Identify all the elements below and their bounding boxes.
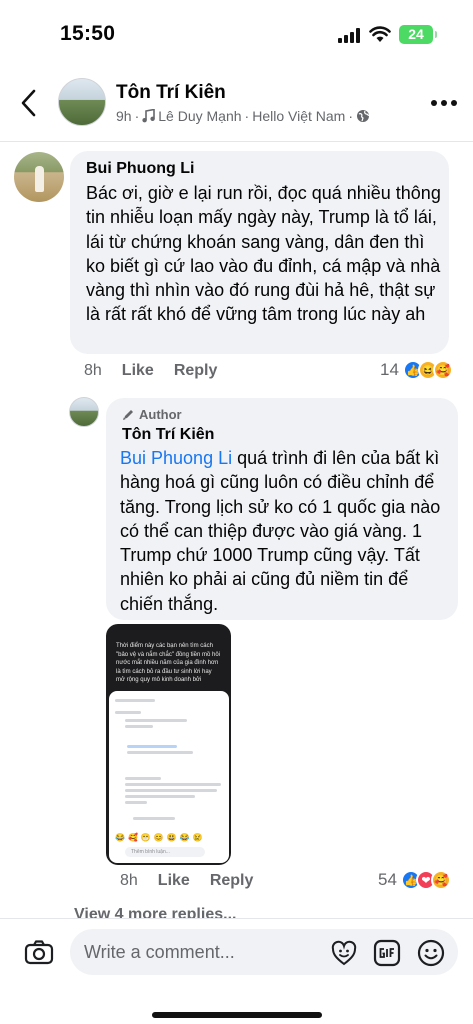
meta-separator: · [244,108,250,124]
globe-icon [357,110,370,122]
status-time: 15:50 [60,22,116,45]
reply-reaction-summary[interactable]: 54 👍 ❤ 🥰 [378,870,451,890]
comment-actions: 8h Like Reply [84,362,217,380]
reply-actions: 8h Like Reply [120,872,253,890]
reply-author-avatar[interactable] [69,397,99,427]
reply-button[interactable]: Reply [210,872,254,890]
reply-text: Bui Phuong Li quá trình đi lên của bất k… [120,446,454,616]
meta-separator: · [348,108,353,124]
avatar-sticker-icon[interactable] [330,939,358,967]
pen-icon [123,410,133,420]
reaction-summary[interactable]: 14 👍 😆 🥰 [380,360,453,380]
author-badge-label: Author [139,407,182,422]
gif-icon[interactable] [373,939,401,967]
attachment-emoji-row: 😂🥰😁😊😃😂😢 [115,833,206,842]
author-avatar[interactable] [58,78,106,126]
comment-time: 8h [84,362,102,379]
care-reaction-icon: 🥰 [430,870,451,890]
status-bar: 15:50 24 [0,0,473,66]
music-note-icon [142,109,156,123]
reply-button[interactable]: Reply [174,362,218,380]
battery-icon: 24 [399,25,437,44]
reaction-count: 14 [380,360,399,379]
attachment-input: Thêm bình luận... [125,847,205,857]
attachment-caption: Thời điểm này các bạn nên tìm cách "bảo … [116,643,220,683]
attached-screenshot[interactable]: Thời điểm này các bạn nên tìm cách "bảo … [106,624,231,865]
post-author-name[interactable]: Tôn Trí Kiên [116,82,226,104]
reply-time: 8h [120,872,138,889]
reply-body-text: quá trình đi lên của bất kì hàng hoá gì … [120,448,441,614]
back-arrow-icon[interactable] [14,86,44,120]
comment-composer [0,918,473,1024]
location-name[interactable]: Hello Việt Nam [252,108,345,124]
post-header: Tôn Trí Kiên 9h · Lê Duy Mạnh · Hello Vi… [0,66,473,142]
attachment-comment-card: 😂🥰😁😊😃😂😢 Thêm bình luận... [109,691,229,863]
cellular-signal-icon [338,28,362,43]
home-indicator [152,1012,322,1018]
wifi-icon [369,26,391,42]
mention-link[interactable]: Bui Phuong Li [120,448,232,468]
camera-icon[interactable] [24,939,54,965]
comment-text: Bác ơi, giờ e lại run rồi, đọc quá nhiều… [86,183,441,325]
author-badge: Author [122,407,182,422]
commenter-avatar[interactable] [14,152,64,202]
post-meta: 9h · Lê Duy Mạnh · Hello Việt Nam · [116,108,370,124]
meta-separator: · [134,108,140,124]
reply-author-name[interactable]: Tôn Trí Kiên [122,426,214,444]
like-button[interactable]: Like [158,872,190,890]
music-title[interactable]: Lê Duy Mạnh [158,108,241,124]
more-options-icon[interactable] [431,100,457,108]
post-time: 9h [116,108,132,124]
emoji-icon[interactable] [417,939,445,967]
care-reaction-icon: 🥰 [432,360,453,380]
commenter-name[interactable]: Bui Phuong Li [86,160,194,178]
reaction-count: 54 [378,870,397,889]
like-button[interactable]: Like [122,362,154,380]
